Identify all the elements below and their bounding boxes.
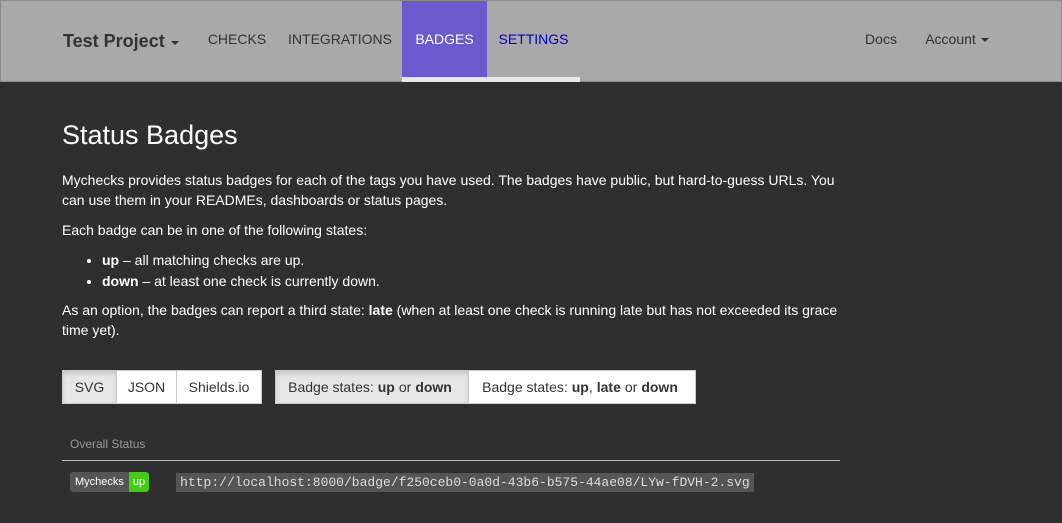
nav-checks[interactable]: CHECKS (196, 1, 278, 77)
table-header: Overall Status (62, 434, 840, 461)
status-badge: Mychecks up (70, 472, 150, 492)
nav-docs[interactable]: Docs (856, 1, 906, 77)
format-selector: SVG JSON Shields.io (62, 370, 262, 404)
late-state-note: As an option, the badges can report a th… (62, 302, 838, 338)
states-intro: Each badge can be in one of the followin… (62, 222, 368, 238)
state-list: up – all matching checks are up. down – … (102, 250, 380, 292)
top-navbar: Test Project CHECKS INTEGRATIONS BADGES … (0, 0, 1062, 82)
account-label: Account (925, 31, 976, 47)
table-row: Mychecks up http://localhost:8000/badge/… (70, 472, 754, 492)
chevron-down-icon (170, 40, 179, 45)
project-switcher[interactable]: Test Project (63, 31, 179, 52)
list-item: down – at least one check is currently d… (102, 271, 380, 292)
badge-status: up (128, 472, 150, 492)
format-json-button[interactable]: JSON (116, 370, 177, 404)
badge-url[interactable]: http://localhost:8000/badge/f250ceb0-0a0… (176, 472, 754, 492)
badge-states-selector: Badge states: up or down Badge states: up, la… (275, 370, 696, 404)
nav-integrations[interactable]: INTEGRATIONS (282, 1, 398, 77)
nav-active-indicator (402, 77, 580, 82)
two-states-button[interactable]: Badge states: up or down (275, 370, 469, 404)
format-shields-button[interactable]: Shields.io (176, 370, 262, 404)
page-title: Status Badges (62, 120, 238, 150)
account-menu[interactable]: Account (916, 1, 998, 77)
badge-label: Mychecks (70, 472, 129, 492)
intro-paragraph: Mychecks provides status badges for each… (62, 172, 835, 208)
three-states-button[interactable]: Badge states: up, late or down (468, 370, 696, 404)
chevron-down-icon (980, 38, 989, 42)
nav-badges[interactable]: BADGES (402, 1, 487, 77)
list-item: up – all matching checks are up. (102, 250, 380, 271)
format-svg-button[interactable]: SVG (62, 370, 117, 404)
nav-settings[interactable]: SETTINGS (487, 1, 580, 77)
project-name: Test Project (63, 31, 165, 51)
